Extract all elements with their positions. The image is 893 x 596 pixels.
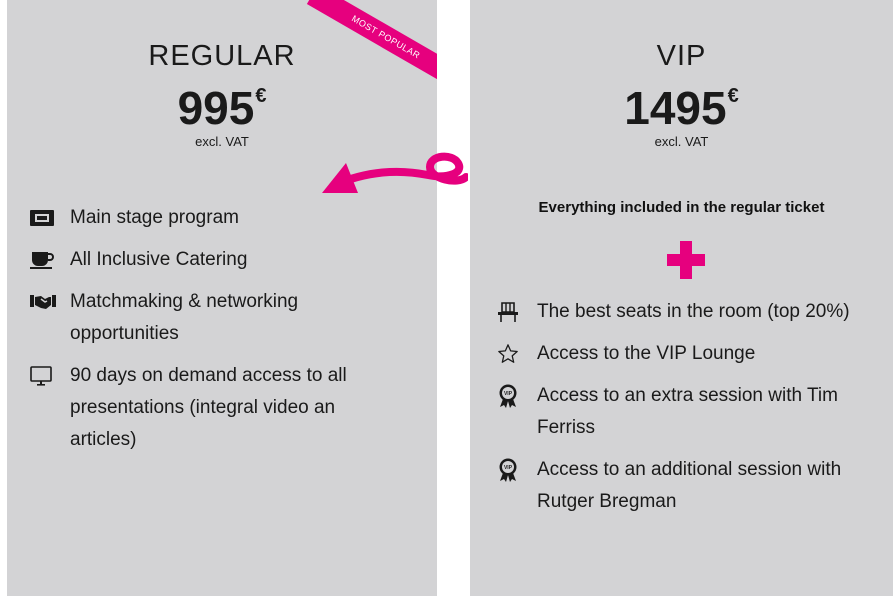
regular-ticket-card[interactable]: MOST POPULAR REGULAR 995€ excl. VAT Main… [7,0,437,596]
price-amount: 995 [177,82,255,134]
feature-item: 90 days on demand access to all presenta… [30,360,400,456]
feature-text: Access to the VIP Lounge [537,343,756,364]
svg-text:VIP: VIP [504,391,513,397]
ticket-icon [30,202,70,234]
vip-badge-icon: VIP [497,380,537,412]
chair-icon [497,296,537,328]
vip-badge-icon: VIP [497,454,537,486]
coffee-cup-icon [30,244,70,276]
feature-item: Access to the VIP Lounge [497,338,867,370]
feature-text: Main stage program [70,207,239,228]
vip-ticket-card[interactable]: VIP 1495€ excl. VAT Everything included … [470,0,893,596]
feature-text: Access to an additional session with Rut… [537,459,842,512]
plan-price: 1495€ [470,85,893,131]
handshake-icon [30,286,70,318]
plan-name: VIP [656,40,707,72]
plan-price: 995€ [7,85,437,131]
svg-text:VIP: VIP [504,465,513,471]
included-note: Everything included in the regular ticke… [538,199,825,216]
feature-text: Access to an extra session with Tim Ferr… [537,385,838,438]
curved-arrow-icon [322,152,468,193]
currency-symbol: € [255,85,267,107]
feature-item: Matchmaking & networking opportunities [30,286,400,350]
monitor-icon [30,360,70,392]
vat-note: excl. VAT [654,134,709,149]
feature-text: All Inclusive Catering [70,249,248,270]
feature-list: Main stage program All Inclusive Caterin… [30,202,400,466]
feature-text: The best seats in the room (top 20%) [537,301,850,322]
plus-icon [667,241,705,279]
feature-item: VIP Access to an additional session with… [497,454,867,518]
price-amount: 1495 [624,82,727,134]
plan-name: REGULAR [148,40,296,72]
feature-item: VIP Access to an extra session with Tim … [497,380,867,444]
feature-item: The best seats in the room (top 20%) [497,296,867,328]
star-icon [497,338,537,370]
feature-text: 90 days on demand access to all presenta… [70,365,347,450]
currency-symbol: € [727,85,739,107]
feature-text: Matchmaking & networking opportunities [70,291,299,344]
feature-item: All Inclusive Catering [30,244,400,276]
feature-list: The best seats in the room (top 20%) Acc… [497,296,867,528]
